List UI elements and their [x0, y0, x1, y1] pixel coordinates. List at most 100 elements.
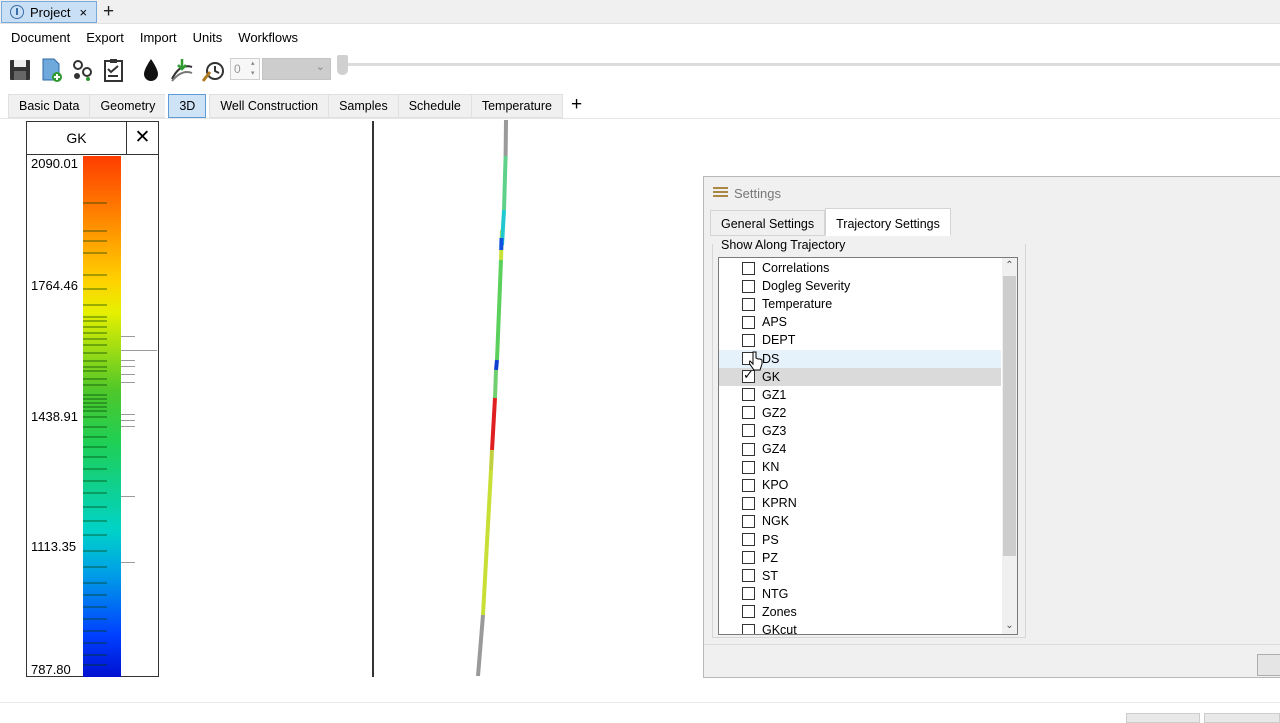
close-tab-icon[interactable]: × — [79, 5, 87, 20]
tab-schedule[interactable]: Schedule — [398, 94, 471, 118]
import-curves-icon[interactable] — [170, 57, 194, 83]
list-item-label: GK — [762, 370, 780, 384]
list-item[interactable]: GZ2 — [719, 404, 1001, 422]
checkbox[interactable] — [742, 406, 755, 419]
status-button-2[interactable] — [1204, 713, 1280, 723]
tab-samples[interactable]: Samples — [328, 94, 398, 118]
tab-geometry[interactable]: Geometry — [89, 94, 165, 118]
list-item-label: Dogleg Severity — [762, 279, 850, 293]
frame-spinbox-value: 0 — [234, 62, 241, 76]
list-item-label: PZ — [762, 551, 778, 565]
list-item[interactable]: GZ1 — [719, 386, 1001, 404]
status-bar-border — [0, 702, 1280, 703]
checkbox[interactable] — [742, 624, 755, 636]
dialog-separator — [704, 644, 1280, 645]
checkbox[interactable] — [742, 605, 755, 618]
document-tab-label: Project — [30, 5, 70, 20]
tab-trajectory-settings[interactable]: Trajectory Settings — [825, 208, 951, 236]
trajectory-property-list[interactable]: GKcut Zones NTG ST PZ PS NGK KPRN KPOKN GZ4 GZ3 GZ2… — [718, 257, 1018, 635]
log-title: GK — [27, 122, 127, 155]
list-item-label: Zones — [762, 605, 797, 619]
checkbox[interactable] — [742, 334, 755, 347]
menu-export[interactable]: Export — [78, 27, 132, 49]
timeline-slider-thumb[interactable] — [337, 55, 348, 75]
checkbox[interactable] — [742, 424, 755, 437]
checkbox[interactable] — [742, 262, 755, 275]
checkbox[interactable] — [742, 515, 755, 528]
menu-import[interactable]: Import — [132, 27, 185, 49]
list-item[interactable]: KPO — [719, 476, 1001, 494]
toolbar — [0, 55, 1280, 85]
checkbox[interactable] — [742, 280, 755, 293]
well-trajectory-3d[interactable] — [470, 120, 520, 680]
gk-log-panel: GK ✕ 2090.01 1764.46 1438.91 1113.35 787… — [26, 121, 159, 677]
checkbox[interactable] — [742, 587, 755, 600]
list-item[interactable]: ST — [719, 567, 1001, 585]
checkbox[interactable] — [742, 388, 755, 401]
menu-units[interactable]: Units — [185, 27, 231, 49]
settings-tab-bar: General Settings Trajectory Settings — [710, 210, 951, 236]
list-item[interactable]: NGK — [719, 512, 1001, 530]
scrollbar-thumb[interactable] — [1003, 276, 1016, 556]
list-item[interactable]: KPRN — [719, 494, 1001, 512]
dialog-title: Settings — [734, 186, 781, 201]
list-item-label: ST — [762, 569, 778, 583]
list-item[interactable]: Correlations — [719, 259, 1001, 277]
menu-document[interactable]: Document — [0, 27, 78, 49]
close-log-button[interactable]: ✕ — [127, 122, 158, 155]
tab-basic-data[interactable]: Basic Data — [8, 94, 89, 118]
checkbox[interactable] — [742, 479, 755, 492]
settings-app-icon — [713, 187, 728, 197]
list-item[interactable]: Zones — [719, 603, 1001, 621]
scroll-up-icon[interactable]: ⌃ — [1002, 258, 1017, 274]
checkbox[interactable] — [742, 298, 755, 311]
list-item[interactable]: Temperature — [719, 295, 1001, 313]
list-item[interactable]: GZ3 — [719, 422, 1001, 440]
menu-workflows[interactable]: Workflows — [230, 27, 306, 49]
list-scrollbar[interactable]: ⌃ ⌄ — [1002, 258, 1017, 634]
list-item[interactable]: PZ — [719, 549, 1001, 567]
tab-3d[interactable]: 3D — [168, 94, 206, 118]
list-item[interactable]: PS — [719, 531, 1001, 549]
status-button-1[interactable] — [1126, 713, 1200, 723]
list-item[interactable]: GZ4 — [719, 440, 1001, 458]
checkbox[interactable] — [742, 569, 755, 582]
checklist-icon[interactable] — [102, 57, 126, 83]
list-item-label: GZ3 — [762, 424, 786, 438]
group-label: Show Along Trajectory — [721, 238, 845, 252]
save-icon[interactable] — [8, 57, 32, 83]
list-item[interactable]: NTG — [719, 585, 1001, 603]
checkbox[interactable] — [742, 497, 755, 510]
frame-spinbox[interactable]: 0 — [230, 58, 260, 80]
list-item[interactable]: Dogleg Severity — [719, 277, 1001, 295]
scroll-down-icon[interactable]: ⌄ — [1002, 618, 1017, 634]
frame-combobox[interactable] — [262, 58, 331, 80]
document-tab-project[interactable]: Project × — [1, 1, 97, 23]
list-item[interactable]: GKcut — [719, 621, 1001, 635]
tab-temperature[interactable]: Temperature — [471, 94, 563, 118]
wells-icon[interactable] — [70, 57, 94, 83]
list-item[interactable]: KN — [719, 458, 1001, 476]
clock-tool-icon[interactable] — [201, 57, 225, 83]
checkbox[interactable] — [742, 551, 755, 564]
list-item-label: KPRN — [762, 496, 797, 510]
new-document-icon[interactable] — [40, 57, 64, 83]
add-document-tab-button[interactable]: + — [103, 1, 114, 23]
list-item-label: DEPT — [762, 333, 795, 347]
checkbox[interactable] — [742, 443, 755, 456]
tab-general-settings[interactable]: General Settings — [710, 210, 825, 236]
droplet-icon[interactable] — [139, 57, 163, 83]
mouse-pointer-icon — [749, 351, 763, 373]
list-item[interactable]: DEPT — [719, 331, 1001, 349]
dialog-button[interactable] — [1257, 654, 1280, 676]
tab-well-construction[interactable]: Well Construction — [209, 94, 328, 118]
add-view-tab-button[interactable]: + — [571, 94, 582, 118]
list-item-label: NGK — [762, 514, 789, 528]
checkbox[interactable] — [742, 533, 755, 546]
checkbox[interactable] — [742, 316, 755, 329]
list-item-label: GKcut — [762, 623, 797, 635]
timeline-slider-track[interactable] — [342, 63, 1280, 66]
checkbox[interactable] — [742, 461, 755, 474]
list-item[interactable]: APS — [719, 313, 1001, 331]
list-item-label: GZ4 — [762, 442, 786, 456]
